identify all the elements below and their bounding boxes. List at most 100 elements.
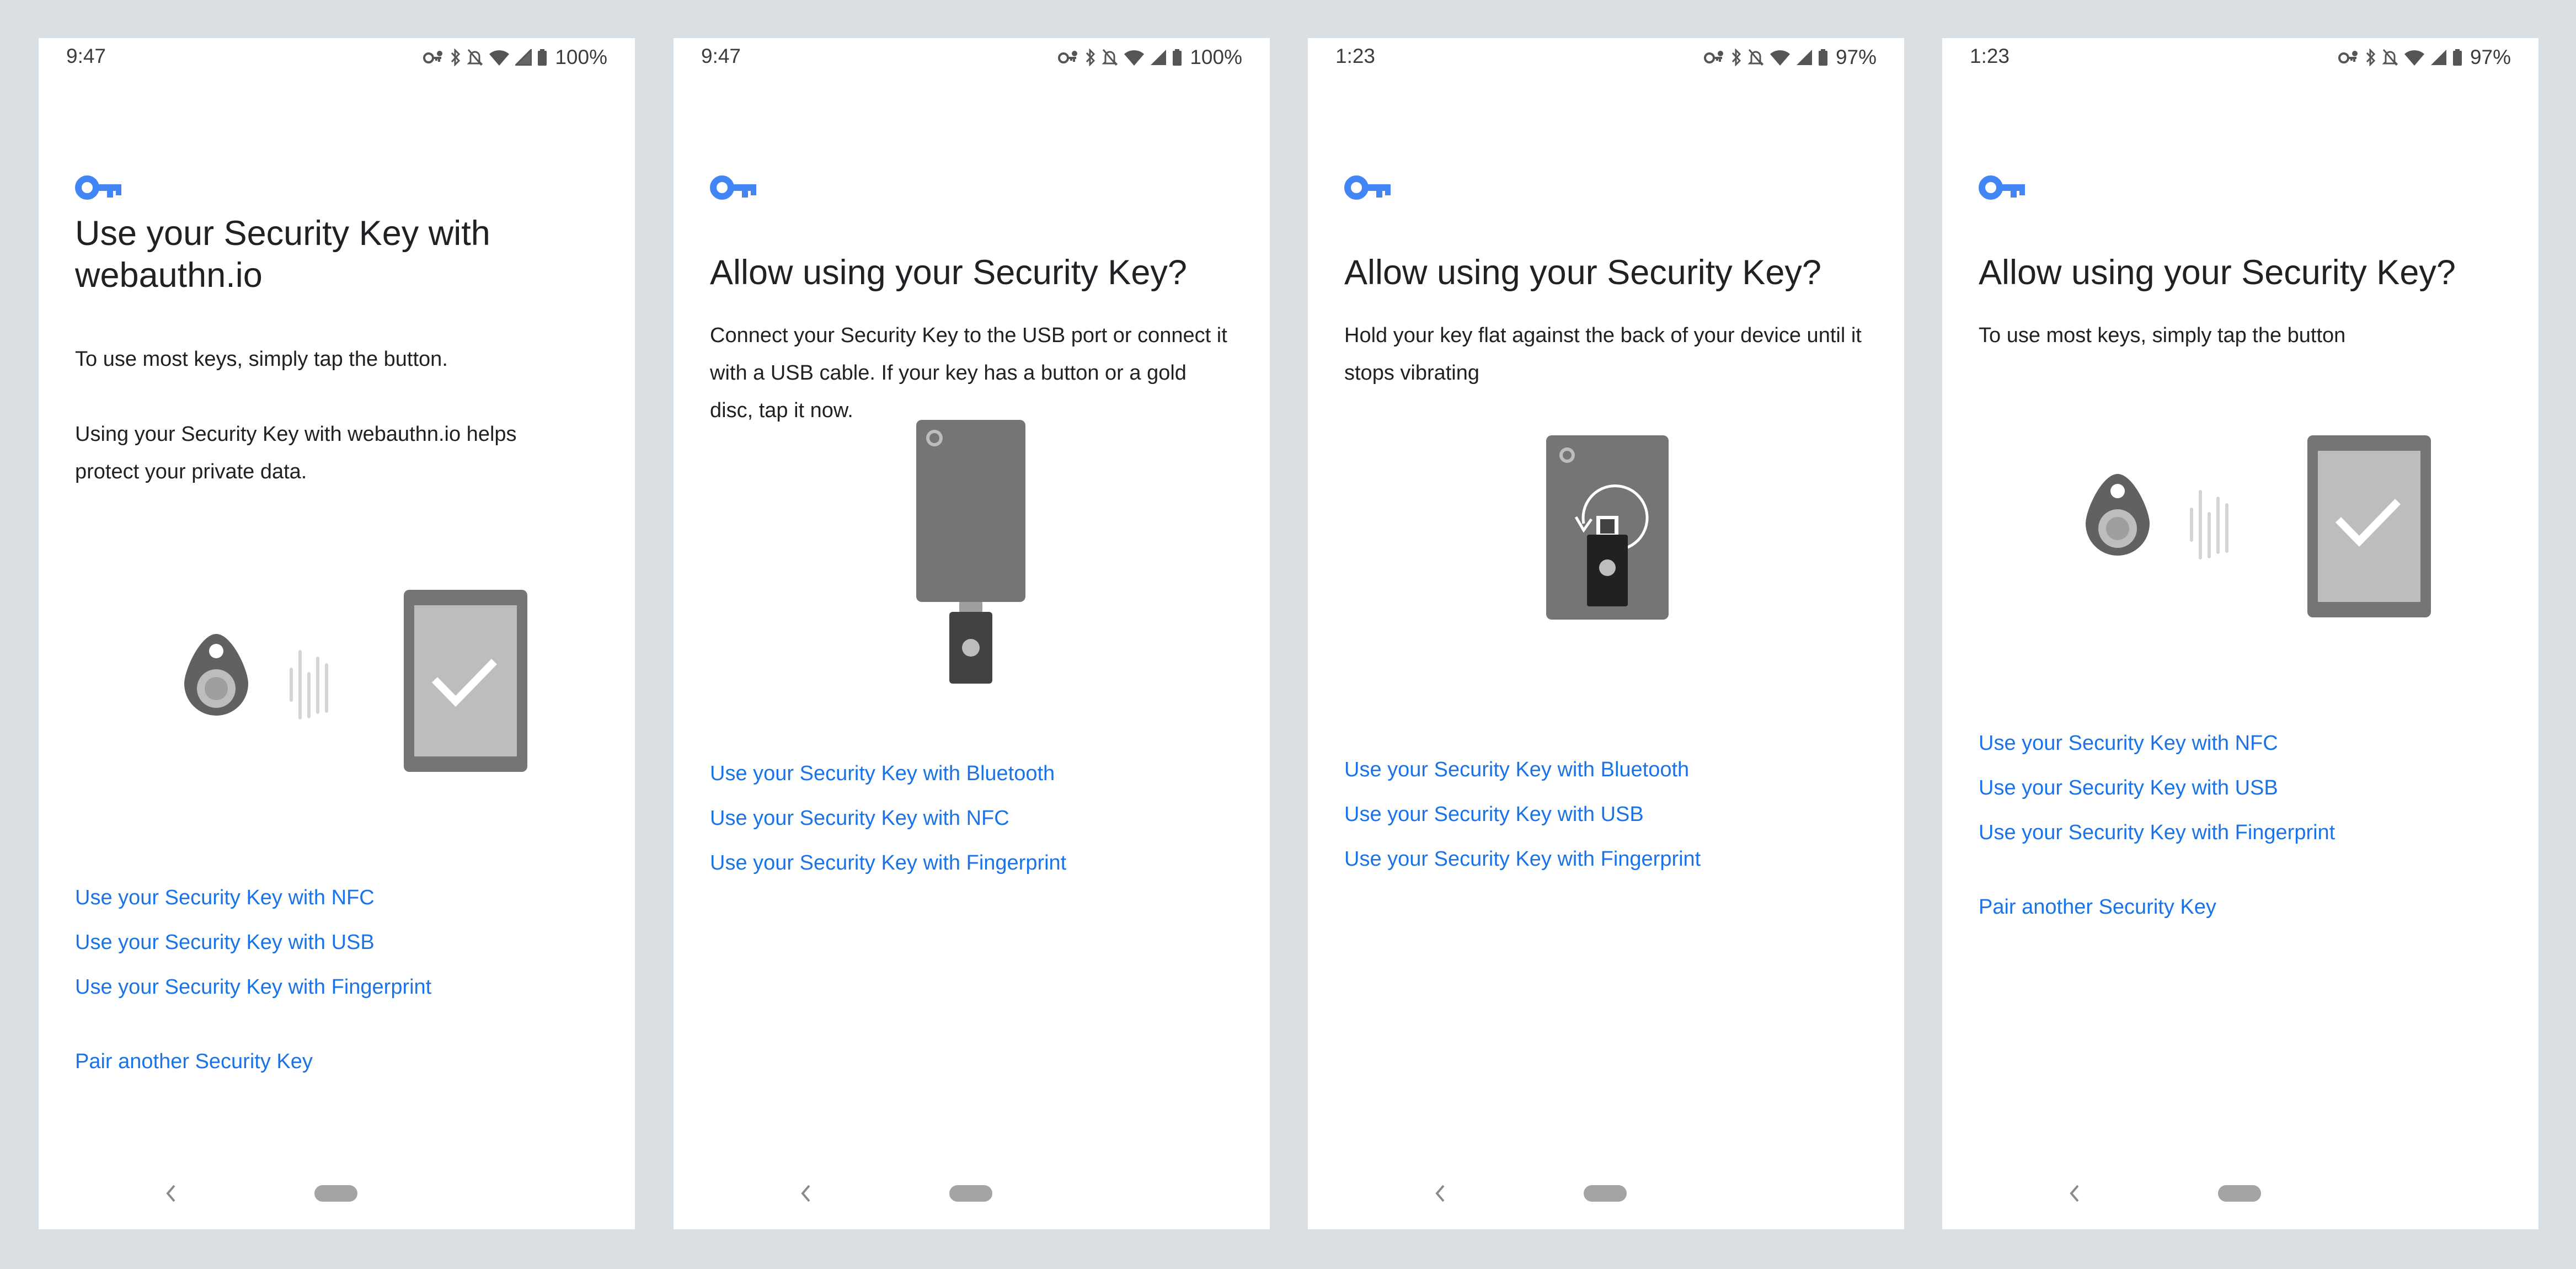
status-time: 1:23 (1335, 45, 1376, 67)
bluetooth-icon (2366, 48, 2376, 67)
pair-security-key-link[interactable]: Pair another Security Key (1979, 894, 2335, 920)
options-list: Use your Security Key with Bluetooth Use… (1344, 757, 1701, 872)
battery-percent: 100% (555, 46, 607, 68)
back-icon[interactable] (799, 1182, 811, 1204)
fob-hole (209, 644, 223, 658)
bluetooth-icon (1731, 48, 1741, 67)
security-key-icon (1979, 175, 2025, 200)
usb-option-link[interactable]: Use your Security Key with USB (1979, 775, 2335, 801)
nfc-tap-illustration (2086, 435, 2431, 617)
fob-disc-inner (205, 677, 228, 700)
fingerprint-option-link[interactable]: Use your Security Key with Fingerprint (1344, 846, 1701, 872)
page-title: Allow using your Security Key? (710, 253, 1187, 292)
nfc-tap-illustration (184, 590, 527, 772)
mute-bell-icon (1102, 49, 1118, 66)
bluetooth-option-link[interactable]: Use your Security Key with Bluetooth (710, 761, 1066, 786)
options-list: Use your Security Key with NFC Use your … (75, 885, 431, 1074)
page-title: Use your Security Key with webauthn.io (75, 214, 490, 295)
phone-screen (414, 605, 517, 756)
camera-lens (929, 433, 939, 443)
battery-icon (1818, 49, 1827, 66)
screen-nfc-prompt: 9:47 100% Use your Security Key with web… (39, 38, 635, 1229)
status-icons: 97% (1703, 45, 1877, 70)
wifi-icon (489, 50, 510, 66)
body-text-primary: To use most keys, simply tap the button. (75, 348, 448, 371)
body-text-primary: To use most keys, simply tap the button (1979, 324, 2346, 347)
back-icon[interactable] (1434, 1182, 1446, 1204)
status-bar: 9:47 100% (39, 38, 635, 77)
status-icons: 100% (423, 45, 607, 70)
bluetooth-icon (1086, 48, 1095, 67)
page-title: Allow using your Security Key? (1979, 253, 2456, 292)
nfc-option-link[interactable]: Use your Security Key with NFC (75, 885, 431, 910)
home-button[interactable] (314, 1185, 357, 1202)
back-icon[interactable] (164, 1182, 177, 1204)
battery-icon (2452, 49, 2462, 66)
fingerprint-option-link[interactable]: Use your Security Key with Fingerprint (710, 850, 1066, 876)
usb-connector-inner (1600, 519, 1615, 534)
body-text-secondary: Using your Security Key with webauthn.io… (75, 423, 517, 483)
mute-bell-icon (2382, 49, 2398, 66)
nfc-waves (290, 650, 328, 719)
home-button[interactable] (949, 1185, 992, 1202)
nfc-option-link[interactable]: Use your Security Key with NFC (1979, 731, 2335, 756)
security-key-icon (75, 175, 121, 200)
body-text-primary: Connect your Security Key to the USB por… (710, 324, 1227, 422)
usb-key-button (962, 639, 980, 657)
status-bar: 9:47 100% (674, 38, 1270, 77)
screen-nfc-back-prompt: 1:23 97% Allow using your Security Key? … (1308, 38, 1904, 1229)
screen-usb-prompt: 9:47 100% Allow using your Security Key?… (674, 38, 1270, 1229)
vpn-key-icon (1703, 51, 1723, 63)
home-button[interactable] (2218, 1185, 2261, 1202)
battery-percent: 97% (2470, 46, 2511, 68)
usb-plug-illustration (916, 420, 1025, 684)
vpn-key-icon (1058, 51, 1078, 63)
usb-connector (959, 602, 982, 613)
usb-key-button (1599, 559, 1616, 576)
status-icons: 100% (1057, 45, 1242, 70)
options-list: Use your Security Key with NFC Use your … (1979, 731, 2335, 920)
screen-nfc-tap-prompt: 1:23 97% Allow using your Security Key? … (1942, 38, 2538, 1229)
fob-disc-inner (2106, 517, 2129, 540)
battery-percent: 100% (1190, 46, 1242, 68)
signal-icon (515, 49, 532, 66)
status-time: 9:47 (701, 45, 741, 67)
camera-lens (1563, 451, 1572, 460)
wifi-icon (1124, 50, 1145, 66)
wifi-icon (1770, 50, 1790, 66)
nfc-option-link[interactable]: Use your Security Key with NFC (710, 806, 1066, 831)
signal-icon (1151, 50, 1167, 65)
signal-icon (1796, 50, 1812, 65)
body-text-primary: Hold your key flat against the back of y… (1344, 324, 1862, 385)
fob-hole (2110, 484, 2125, 498)
mute-bell-icon (467, 49, 483, 66)
status-bar: 1:23 97% (1308, 38, 1904, 77)
home-button[interactable] (1584, 1185, 1627, 1202)
pair-security-key-link[interactable]: Pair another Security Key (75, 1049, 431, 1074)
bluetooth-option-link[interactable]: Use your Security Key with Bluetooth (1344, 757, 1701, 782)
phone-body (916, 420, 1025, 602)
fingerprint-option-link[interactable]: Use your Security Key with Fingerprint (75, 974, 431, 1000)
security-key-icon (1344, 175, 1391, 200)
page-title: Allow using your Security Key? (1344, 253, 1821, 292)
bluetooth-icon (451, 48, 461, 67)
vpn-key-icon (423, 51, 443, 63)
status-icons: 97% (2338, 45, 2511, 70)
battery-percent: 97% (1835, 46, 1877, 68)
security-key-icon (710, 175, 756, 200)
battery-icon (1173, 49, 1182, 66)
signal-icon (2430, 50, 2446, 65)
usb-back-illustration (1546, 435, 1669, 620)
usb-option-link[interactable]: Use your Security Key with USB (75, 930, 431, 955)
battery-icon (538, 49, 547, 66)
mute-bell-icon (1747, 49, 1764, 66)
fingerprint-option-link[interactable]: Use your Security Key with Fingerprint (1979, 820, 2335, 845)
usb-option-link[interactable]: Use your Security Key with USB (1344, 802, 1701, 827)
status-bar: 1:23 97% (1942, 38, 2538, 77)
options-list: Use your Security Key with Bluetooth Use… (710, 761, 1066, 876)
back-icon[interactable] (2068, 1182, 2080, 1204)
status-time: 1:23 (1970, 45, 2010, 67)
nfc-waves (2190, 490, 2228, 559)
wifi-icon (2404, 50, 2424, 66)
vpn-key-icon (2338, 51, 2358, 63)
